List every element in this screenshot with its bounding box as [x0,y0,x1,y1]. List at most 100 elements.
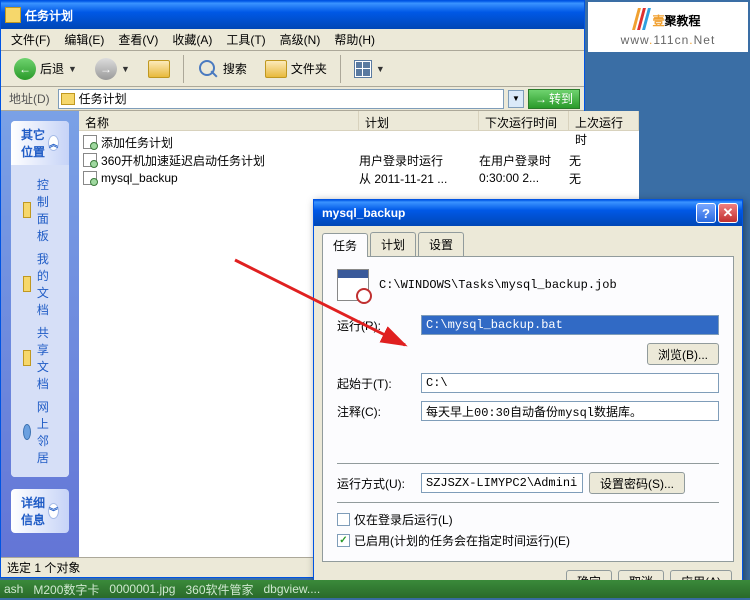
back-label: 后退 [40,60,64,77]
sidebar-item-network[interactable]: 网上邻居 [23,395,57,469]
expand-icon[interactable]: ︾ [48,503,59,519]
menu-edit[interactable]: 编辑(E) [58,29,110,50]
back-icon: ← [14,58,36,80]
back-button[interactable]: ← 后退 ▼ [7,53,84,85]
list-rows: 添加任务计划 360开机加速延迟启动任务计划 用户登录时运行 在用户登录时 无 … [79,131,639,189]
task-icon [83,135,97,149]
address-value: 任务计划 [79,90,127,107]
logo-url: www.111cn.Net [621,31,716,47]
chevron-down-icon: ▼ [68,64,77,74]
job-icon [337,269,369,301]
address-field[interactable]: 任务计划 [58,89,504,109]
menu-advanced[interactable]: 高级(N) [274,29,327,50]
runas-label: 运行方式(U): [337,475,415,492]
tab-task[interactable]: 任务 [322,233,368,257]
documents-icon [23,276,31,292]
comment-label: 注释(C): [337,403,415,420]
shared-icon [23,350,31,366]
taskbar-item[interactable]: dbgview.... [264,582,321,596]
sidebar-item-my-documents[interactable]: 我的文档 [23,247,57,321]
folders-label: 文件夹 [291,60,327,77]
comment-input[interactable] [421,401,719,421]
menubar: 文件(F) 编辑(E) 查看(V) 收藏(A) 工具(T) 高级(N) 帮助(H… [1,29,584,51]
address-dropdown[interactable]: ▼ [508,90,524,108]
col-plan[interactable]: 计划 [359,111,479,130]
task-icon [83,153,97,167]
taskbar-item[interactable]: ash [4,582,23,596]
logo-stripes-icon [635,8,648,30]
toolbar: ← 后退 ▼ → ▼ 搜索 文件夹 ▼ [1,51,584,87]
tab-schedule[interactable]: 计划 [370,232,416,256]
task-icon [83,171,97,185]
search-icon [197,58,219,80]
folders-button[interactable]: 文件夹 [258,55,334,83]
separator [337,502,719,503]
checkbox-row[interactable]: 已启用(计划的任务会在指定时间运行)(E) [337,532,719,549]
window-title: 任务计划 [25,7,580,24]
checkbox-row[interactable]: 仅在登录后运行(L) [337,511,719,528]
collapse-icon[interactable]: ︽ [48,135,59,151]
checkbox-label: 已启用(计划的任务会在指定时间运行)(E) [354,532,570,549]
run-input[interactable] [421,315,719,335]
properties-dialog: mysql_backup ? ✕ 任务 计划 设置 C:\WINDOWS\Tas… [313,199,743,591]
menu-file[interactable]: 文件(F) [5,29,56,50]
sidebar-item-shared-docs[interactable]: 共享文档 [23,321,57,395]
col-last[interactable]: 上次运行时 [569,111,639,130]
taskbar: ash M200数字卡 0000001.jpg 360软件管家 dbgview.… [0,580,750,598]
forward-button[interactable]: → ▼ [88,53,137,85]
control-panel-icon [23,202,31,218]
status-text: 选定 1 个对象 [7,559,80,576]
set-password-button[interactable]: 设置密码(S)... [589,472,685,494]
address-bar: 地址(D) 任务计划 ▼ → 转到 [1,87,584,111]
list-header: 名称 计划 下次运行时间 上次运行时 [79,111,639,131]
run-label: 运行(R): [337,317,415,334]
list-item[interactable]: mysql_backup 从 2011-11-21 ... 0:30:00 2.… [79,169,639,187]
up-button[interactable] [141,55,177,83]
taskbar-item[interactable]: 360软件管家 [185,581,253,598]
startin-input[interactable] [421,373,719,393]
checkbox-login-only[interactable] [337,513,350,526]
titlebar[interactable]: 任务计划 [1,1,584,29]
runas-input[interactable] [421,473,583,493]
logo-text: 壹聚教程 [652,8,700,31]
separator [337,463,719,464]
tasks-icon [5,7,21,23]
details-header[interactable]: 详细信息 ︾ [11,489,69,533]
menu-fav[interactable]: 收藏(A) [166,29,218,50]
list-item[interactable]: 添加任务计划 [79,133,639,151]
separator [183,55,184,83]
list-item[interactable]: 360开机加速延迟启动任务计划 用户登录时运行 在用户登录时 无 [79,151,639,169]
folder-icon [265,60,287,78]
menu-view[interactable]: 查看(V) [112,29,164,50]
search-label: 搜索 [223,60,247,77]
help-button[interactable]: ? [696,203,716,223]
address-label: 地址(D) [5,90,54,107]
taskbar-item[interactable]: 0000001.jpg [109,582,175,596]
side-panel: 其它位置 ︽ 控制面板 我的文档 共享文档 网上邻居 详细信息 ︾ [1,111,79,557]
sidebar-item-control-panel[interactable]: 控制面板 [23,173,57,247]
browse-button[interactable]: 浏览(B)... [647,343,719,365]
watermark-logo: 壹聚教程 www.111cn.Net [588,2,748,52]
col-name[interactable]: 名称 [79,111,359,130]
forward-icon: → [95,58,117,80]
tab-settings[interactable]: 设置 [418,232,464,256]
other-places-header[interactable]: 其它位置 ︽ [11,121,69,165]
chevron-down-icon: ▼ [376,64,385,74]
checkbox-enabled[interactable] [337,534,350,547]
tabs: 任务 计划 设置 [314,226,742,256]
col-next[interactable]: 下次运行时间 [479,111,569,130]
dialog-titlebar[interactable]: mysql_backup ? ✕ [314,200,742,226]
folder-up-icon [148,60,170,78]
details-box: 详细信息 ︾ [11,489,69,533]
search-button[interactable]: 搜索 [190,53,254,85]
separator [340,55,341,83]
taskbar-item[interactable]: M200数字卡 [33,581,99,598]
folder-icon [61,93,75,105]
menu-tools[interactable]: 工具(T) [220,29,271,50]
go-button[interactable]: → 转到 [528,89,580,109]
tab-pane: C:\WINDOWS\Tasks\mysql_backup.job 运行(R):… [322,256,734,562]
other-places-box: 其它位置 ︽ 控制面板 我的文档 共享文档 网上邻居 [11,121,69,477]
close-button[interactable]: ✕ [718,203,738,223]
menu-help[interactable]: 帮助(H) [328,29,381,50]
views-button[interactable]: ▼ [347,55,392,83]
